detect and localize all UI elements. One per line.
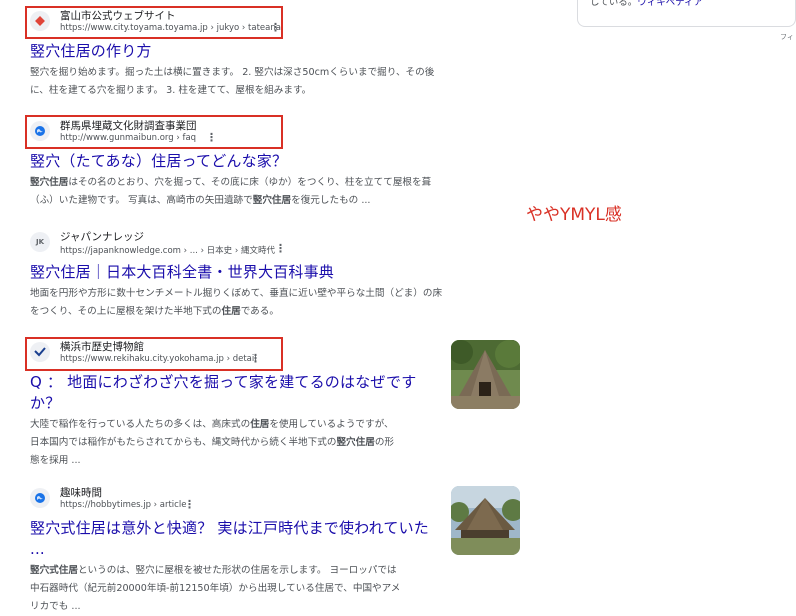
knowledge-panel-snippet: している。 xyxy=(590,0,638,8)
result-snippet: 竪穴住居はその名のとおり、穴を掘って、その底に床（ゆか）をつくり、柱を立てて屋根… xyxy=(30,174,490,210)
wikipedia-link[interactable]: ウィキペディア xyxy=(637,0,703,8)
highlight-box xyxy=(25,6,283,39)
site-url: https://japanknowledge.com › ... › 日本史 ›… xyxy=(60,246,275,256)
globe-icon xyxy=(30,488,50,508)
annotation-note: ややYMYL感 xyxy=(526,205,622,225)
japanknowledge-logo-icon: JK xyxy=(30,232,50,252)
result-title-link[interactable]: Q ： 地面にわざわざ穴を掘って家を建てるのはなぜです か？ xyxy=(30,372,430,414)
title-line: 竪穴式住居は意外と快適？ 実は江戸時代まで使われていた xyxy=(30,519,429,537)
snippet-line: （ふ）いた建物です。 写真は、高崎市の矢田遺跡で竪穴住居を復元したもの ... xyxy=(30,195,371,206)
result-title-link[interactable]: 竪穴住居｜日本大百科全書・世界大百科事典 xyxy=(30,262,490,283)
more-options-icon[interactable]: ⋮ xyxy=(184,499,195,510)
snippet-line: 竪穴式住居というのは、竪穴に屋根を被せた形状の住居を示します。 ヨーロッパでは xyxy=(30,565,397,576)
snippet-line: をつくり、その上に屋根を架けた半地下式の住居である。 xyxy=(30,306,279,317)
site-url: https://hobbytimes.jp › article xyxy=(60,500,187,510)
snippet-line: リカでも ... xyxy=(30,601,81,612)
result-title-link[interactable]: 竪穴住居の作り方 xyxy=(30,41,490,62)
title-line: か？ xyxy=(30,394,61,412)
result-title-link[interactable]: 竪穴（たてあな）住居ってどんな家？ xyxy=(30,151,490,172)
knowledge-panel-text: している。ウィキペディア xyxy=(590,0,703,8)
result-site[interactable]: JK ジャパンナレッジ https://japanknowledge.com ›… xyxy=(30,229,490,259)
highlight-box xyxy=(25,115,283,149)
snippet-line: に、柱を建てる穴を掘ります。 3. 柱を建てて、屋根を組みます。 xyxy=(30,85,312,96)
highlight-box xyxy=(25,337,283,371)
snippet-line: 竪穴を掘り始めます。掘った土は横に置きます。 2. 竪穴は深さ50cmくらいまで… xyxy=(30,67,435,78)
snippet-line: 日本国内では稲作がもたらされてからも、縄文時代から続く半地下式の竪穴住居の形 xyxy=(30,437,394,448)
site-name: 趣味時間 xyxy=(60,487,102,499)
more-options-icon[interactable]: ⋮ xyxy=(275,243,286,254)
result-site[interactable]: 趣味時間 https://hobbytimes.jp › article ⋮ xyxy=(30,485,430,515)
logo-text: JK xyxy=(35,238,45,246)
snippet-line: 態を採用 ... xyxy=(30,455,81,466)
search-result-3: JK ジャパンナレッジ https://japanknowledge.com ›… xyxy=(30,229,490,321)
knowledge-panel-footer: フィ xyxy=(780,33,794,41)
site-name: ジャパンナレッジ xyxy=(60,231,144,243)
title-line: ... xyxy=(30,540,45,558)
result-snippet: 竪穴式住居というのは、竪穴に屋根を被せた形状の住居を示します。 ヨーロッパでは … xyxy=(30,562,430,616)
snippet-line: 竪穴住居はその名のとおり、穴を掘って、その底に床（ゆか）をつくり、柱を立てて屋根… xyxy=(30,177,432,188)
result-thumbnail[interactable] xyxy=(451,486,520,555)
result-title-link[interactable]: 竪穴式住居は意外と快適？ 実は江戸時代まで使われていた ... xyxy=(30,518,430,560)
snippet-line: 地面を円形や方形に数十センチメートル掘りくぼめて、垂直に近い壁や平らな土間（どま… xyxy=(30,288,443,299)
result-thumbnail[interactable] xyxy=(451,340,520,409)
snippet-line: 中石器時代（紀元前20000年頃-前12150年頃）から出現している住居で、中国… xyxy=(30,583,401,594)
search-result-5: 趣味時間 https://hobbytimes.jp › article ⋮ 竪… xyxy=(30,485,430,616)
snippet-line: 大陸で稲作を行っている人たちの多くは、高床式の住居を使用しているようですが、 xyxy=(30,419,394,430)
result-snippet: 地面を円形や方形に数十センチメートル掘りくぼめて、垂直に近い壁や平らな土間（どま… xyxy=(30,285,490,321)
result-snippet: 大陸で稲作を行っている人たちの多くは、高床式の住居を使用しているようですが、 日… xyxy=(30,416,430,470)
result-snippet: 竪穴を掘り始めます。掘った土は横に置きます。 2. 竪穴は深さ50cmくらいまで… xyxy=(30,64,490,100)
title-line: Q ： 地面にわざわざ穴を掘って家を建てるのはなぜです xyxy=(30,373,417,391)
